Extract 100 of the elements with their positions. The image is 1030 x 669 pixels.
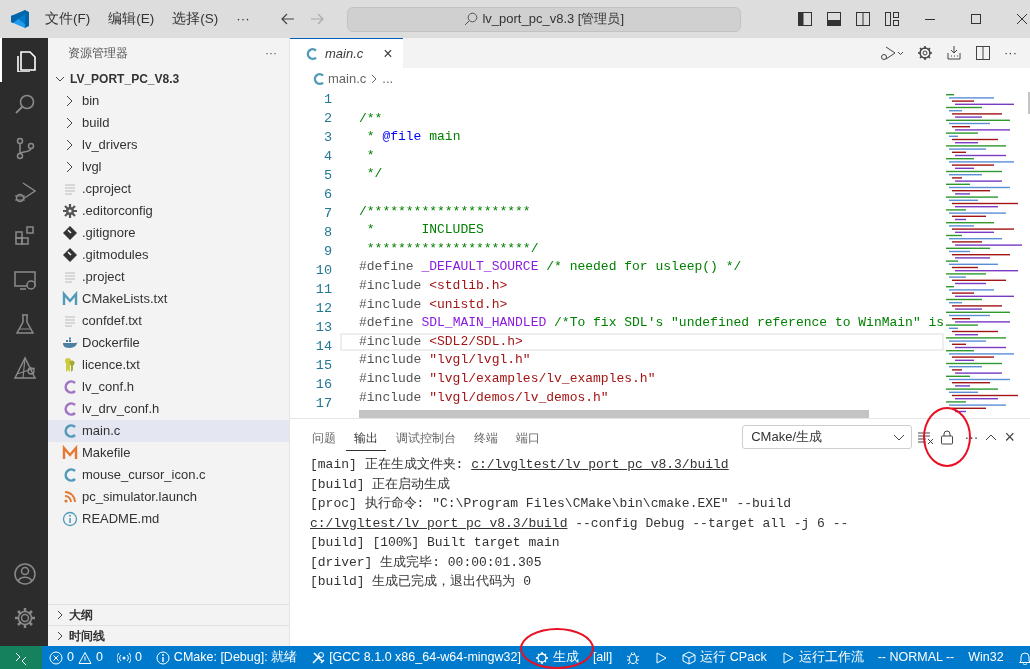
code-line: #include <stdlib.h> <box>359 277 508 293</box>
panel-tab[interactable]: 端口 <box>508 423 548 451</box>
warning-icon <box>77 650 92 665</box>
status-bar-item[interactable]: 生成 <box>527 646 586 669</box>
status-bar-item[interactable]: 0 <box>109 646 149 669</box>
settings-icon[interactable] <box>13 606 37 630</box>
status-bar-item[interactable]: [GCC 8.1.0 x86_64-w64-mingw32] <box>304 646 528 669</box>
file-tree-item[interactable]: .cproject <box>48 178 289 200</box>
line-number: 17 <box>315 396 332 411</box>
file-tree-item[interactable]: main.c <box>48 420 289 442</box>
code-line: #include <unistd.h> <box>359 296 508 312</box>
diamond-icon <box>62 225 78 241</box>
run-debug-icon[interactable] <box>13 180 37 204</box>
toggle-sidebar-icon[interactable] <box>797 11 814 27</box>
settings-icon[interactable] <box>917 45 933 61</box>
status-bar-item[interactable]: Win32 <box>961 646 1011 669</box>
more-actions-button[interactable]: ··· <box>1004 43 1017 63</box>
back-arrow-icon[interactable] <box>280 11 297 27</box>
code-line: /********************* <box>359 203 531 219</box>
file-tree-item[interactable]: .gitignore <box>48 222 289 244</box>
toggle-secondary-sidebar-icon[interactable] <box>855 11 872 27</box>
download-icon[interactable] <box>946 45 962 61</box>
menu-item[interactable]: 选择(S) <box>165 6 226 32</box>
status-bar-item[interactable]: 运行 CPack <box>675 646 774 669</box>
status-bar-item[interactable]: [all] <box>585 646 620 669</box>
antenna-icon <box>116 650 131 665</box>
file-tree-item[interactable]: .gitmodules <box>48 244 289 266</box>
clear-output-icon[interactable] <box>917 430 936 444</box>
search-icon[interactable] <box>13 92 37 116</box>
info-icon <box>155 650 170 665</box>
extensions-icon[interactable] <box>13 224 37 248</box>
toggle-panel-icon[interactable] <box>826 11 843 27</box>
file-tree-item[interactable]: Dockerfile <box>48 332 289 354</box>
file-tree-item[interactable]: licence.txt <box>48 354 289 376</box>
letter-c-icon <box>305 46 317 61</box>
status-bar-item[interactable]: -- NORMAL -- <box>870 646 962 669</box>
flask-icon[interactable] <box>13 312 37 336</box>
lock-icon[interactable] <box>940 429 955 445</box>
account-icon[interactable] <box>13 562 37 586</box>
status-bar-item[interactable]: 运行工作流 <box>773 646 871 669</box>
file-tree-item[interactable]: CMakeLists.txt <box>48 288 289 310</box>
package-icon <box>682 650 697 665</box>
output-line: [main] 正在生成文件夹: c:/lvgltest/lv_port_pc_v8.3/build <box>310 456 730 474</box>
file-tree-item[interactable]: lv_drivers <box>48 134 289 156</box>
file-lines-icon <box>62 181 78 197</box>
section-header[interactable]: 时间线 <box>69 627 105 645</box>
file-tree-item[interactable]: confdef.txt <box>48 310 289 332</box>
file-tree-item[interactable]: Makefile <box>48 442 289 464</box>
file-link[interactable]: c:/lvgltest/lv_port_pc_v8.3/build <box>310 515 568 531</box>
panel-tab[interactable]: 输出 <box>346 423 386 451</box>
file-tree-item[interactable]: bin <box>48 90 289 112</box>
output-line: [build] 生成已完成，退出代码为 0 <box>310 573 532 591</box>
file-tree-item[interactable]: .editorconfig <box>48 200 289 222</box>
breadcrumb-item[interactable]: ... <box>382 69 394 89</box>
file-tree-item[interactable]: pc_simulator.launch <box>48 486 289 508</box>
menu-item[interactable]: 文件(F) <box>38 6 98 32</box>
maximize-button[interactable] <box>971 14 982 24</box>
section-header[interactable]: 大纲 <box>69 606 93 624</box>
file-tree-item[interactable]: lvgl <box>48 156 289 178</box>
panel-tab[interactable]: 调试控制台 <box>388 423 464 451</box>
file-tree-item[interactable]: build <box>48 112 289 134</box>
close-panel-button[interactable]: × <box>999 421 1020 453</box>
more-actions-button[interactable]: ··· <box>959 424 984 450</box>
code-line: #define _DEFAULT_SOURCE /* needed for usleep() */ <box>359 259 742 275</box>
file-link[interactable]: c:/lvgltest/lv_port_pc_v8.3/build <box>471 457 729 472</box>
output-channel-dropdown[interactable]: CMake/生成 <box>742 425 913 449</box>
file-tree-item[interactable]: mouse_cursor_icon.c <box>48 464 289 486</box>
close-tab-button[interactable]: × <box>383 41 393 66</box>
file-tree-item[interactable]: README.md <box>48 508 289 530</box>
run-debug-icon[interactable] <box>880 45 904 61</box>
menu-item[interactable]: 编辑(E) <box>101 6 162 32</box>
status-bar-item[interactable]: CMake: [Debug]: 就绪 <box>148 646 305 669</box>
line-number: 6 <box>323 187 332 202</box>
play-icon <box>780 650 795 665</box>
file-tree-item[interactable]: lv_drv_conf.h <box>48 398 289 420</box>
editor-tab[interactable]: main.c × <box>290 38 403 68</box>
app-logo-icon <box>10 9 30 29</box>
customize-layout-icon[interactable] <box>884 11 901 27</box>
status-bar-item[interactable]: 0 0 <box>42 646 110 669</box>
more-menu-button[interactable]: ··· <box>229 6 257 32</box>
breadcrumb-item[interactable]: main.c <box>328 69 367 89</box>
panel-tab[interactable]: 问题 <box>304 423 344 451</box>
folder-label[interactable]: LV_PORT_PC_V8.3 <box>70 70 180 88</box>
command-search-field[interactable]: lv_port_pc_v8.3 [管理员] <box>347 6 742 32</box>
line-number: 9 <box>323 244 332 259</box>
file-tree-item[interactable]: lv_conf.h <box>48 376 289 398</box>
bug-icon <box>626 650 641 665</box>
rss-icon <box>62 489 78 505</box>
search-icon <box>464 12 479 26</box>
line-number: 13 <box>315 320 332 335</box>
play-icon <box>654 650 669 665</box>
split-editor-icon[interactable] <box>975 45 991 61</box>
more-actions-button[interactable]: ··· <box>265 44 277 62</box>
cmake-tool-icon[interactable] <box>13 356 37 380</box>
horizontal-scrollbar[interactable] <box>359 410 869 418</box>
line-number: 5 <box>323 168 332 183</box>
panel-tab[interactable]: 终端 <box>466 423 506 451</box>
close-button[interactable] <box>1017 14 1028 24</box>
remote-explorer-icon[interactable] <box>13 268 37 292</box>
file-tree-item[interactable]: .project <box>48 266 289 288</box>
